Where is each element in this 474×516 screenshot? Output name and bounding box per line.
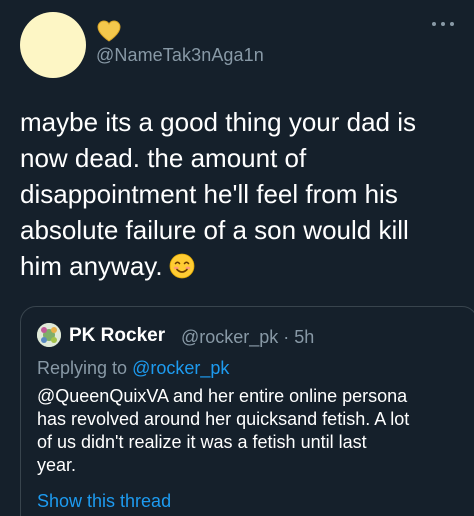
replying-to-mention[interactable]: @rocker_pk: [132, 358, 229, 378]
more-options-icon[interactable]: [432, 20, 454, 28]
yellow-heart-icon: [97, 20, 121, 42]
quoted-display-name[interactable]: PK Rocker: [69, 325, 165, 347]
tweet-text-line: absolute failure of a son would kill: [20, 215, 409, 245]
quoted-tweet-text: @QueenQuixVA and her entire online perso…: [37, 385, 447, 477]
tweet-text-line: disappointment he'll feel from his: [20, 179, 398, 209]
quoted-text-line: year.: [37, 455, 77, 475]
tweet-text-line: maybe its a good thing your dad is: [20, 107, 417, 137]
show-thread-link[interactable]: Show this thread: [37, 491, 171, 512]
quoted-text-line: has revolved around her quicksand fetish…: [37, 409, 410, 429]
quoted-avatar-image: [37, 323, 61, 347]
author-handle[interactable]: @NameTak3nAga1n: [96, 45, 264, 66]
quoted-text-line: @QueenQuixVA and her entire online perso…: [37, 386, 408, 406]
tweet-screenshot: @NameTak3nAga1n maybe its a good thing y…: [0, 0, 474, 516]
tweet-text: maybe its a good thing your dad is now d…: [20, 104, 460, 284]
tweet-text-line: him anyway.: [20, 251, 163, 281]
tweet-text-line: now dead. the amount of: [20, 143, 307, 173]
quoted-tweet-card[interactable]: PK Rocker @rocker_pk · 5h Replying to @r…: [20, 306, 474, 516]
quoted-meta: @rocker_pk · 5h: [181, 327, 315, 347]
replying-to-label: Replying to: [37, 358, 133, 378]
quoted-text-line: of us didn't realize it was a fetish unt…: [37, 432, 367, 452]
smiling-face-icon: [169, 253, 194, 279]
replying-to: Replying to @rocker_pk: [37, 358, 229, 379]
avatar[interactable]: [20, 12, 86, 78]
quoted-avatar[interactable]: [37, 323, 61, 347]
